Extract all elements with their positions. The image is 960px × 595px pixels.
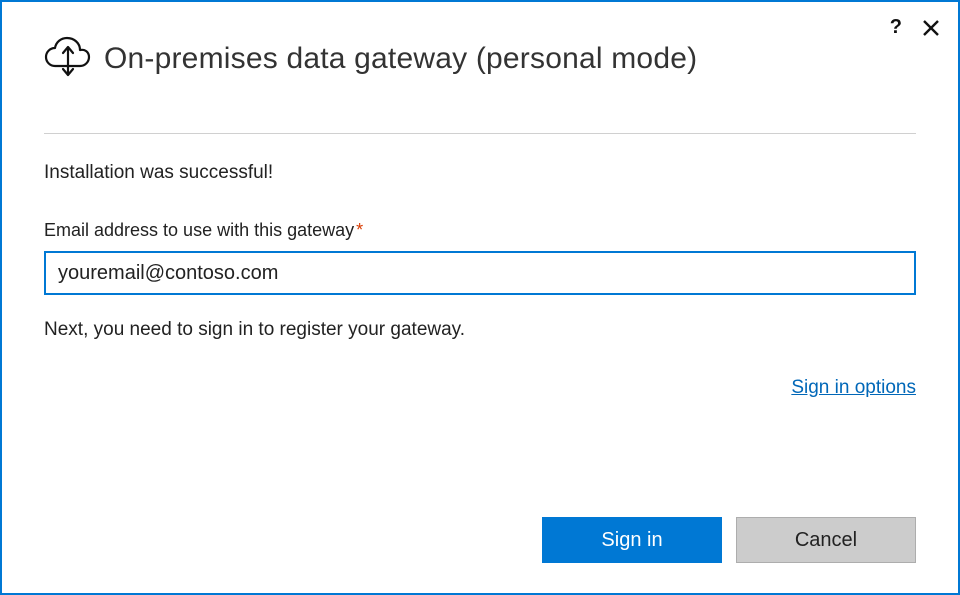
required-asterisk: * [356,220,363,240]
gateway-installer-window: ? On-premises data gateway (personal mod… [0,0,960,595]
email-field[interactable] [44,251,916,295]
email-label-text: Email address to use with this gateway [44,220,354,240]
button-row: Sign in Cancel [542,517,916,563]
cancel-button[interactable]: Cancel [736,517,916,563]
dialog-title: On-premises data gateway (personal mode) [104,42,697,76]
install-status: Installation was successful! [44,162,916,184]
close-icon[interactable] [922,19,940,37]
signin-options-link[interactable]: Sign in options [791,377,916,398]
instruction-text: Next, you need to sign in to register yo… [44,319,916,341]
signin-button[interactable]: Sign in [542,517,722,563]
dialog-content: Installation was successful! Email addre… [2,134,958,399]
dialog-header: On-premises data gateway (personal mode) [2,2,958,85]
titlebar-controls: ? [890,16,940,39]
link-row: Sign in options [44,377,916,399]
cloud-gateway-icon [44,32,92,85]
help-icon[interactable]: ? [890,16,902,39]
email-label: Email address to use with this gateway* [44,220,916,241]
